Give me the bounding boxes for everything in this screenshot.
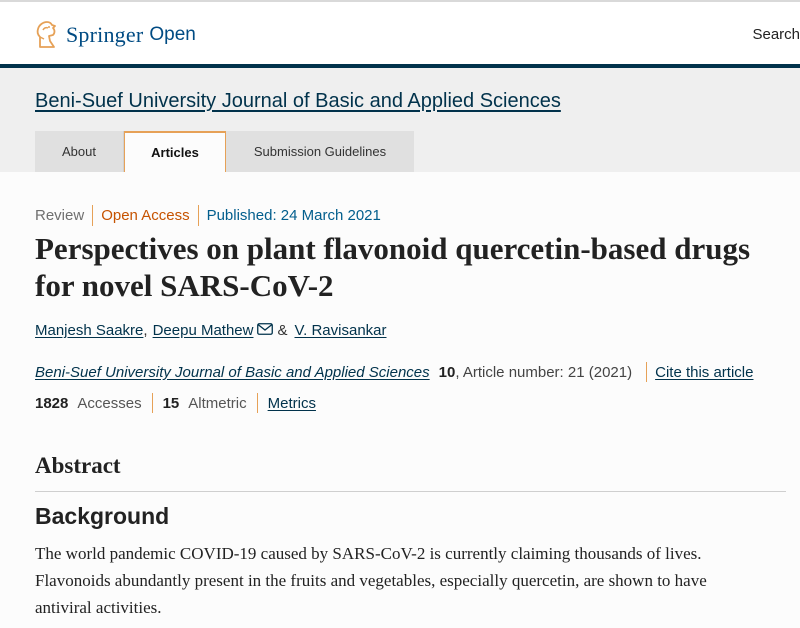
springer-horse-icon	[36, 21, 56, 48]
altmetric-score: 15	[162, 394, 180, 412]
author-link[interactable]: Deepu Mathew	[153, 322, 254, 339]
brand-name: Springer	[66, 22, 144, 47]
background-heading: Background	[35, 503, 170, 529]
accesses-label: Accesses	[77, 394, 142, 412]
journal-tabs: About Articles Submission Guidelines	[35, 131, 414, 172]
journal-reference-link[interactable]: Beni-Suef University Journal of Basic an…	[35, 364, 430, 381]
brand-suffix: Open	[149, 24, 196, 45]
meta-divider	[92, 205, 94, 226]
tab-submission-guidelines[interactable]: Submission Guidelines	[226, 131, 414, 172]
author-link[interactable]: Manjesh Saakre	[35, 322, 143, 339]
open-access-badge: Open Access	[101, 207, 190, 224]
article-type: Review	[35, 207, 85, 224]
altmetric-label: Altmetric	[188, 394, 247, 412]
meta-divider	[197, 205, 199, 226]
journal-title-link[interactable]: Beni-Suef University Journal of Basic an…	[35, 90, 561, 113]
article-number: , Article number: 21 (2021)	[455, 363, 633, 381]
metrics-divider	[256, 393, 258, 413]
metrics-link[interactable]: Metrics	[268, 395, 316, 412]
top-navigation-bar: Springer Open Search	[0, 0, 800, 64]
article-meta: Review Open Access Published: 24 March 2…	[35, 205, 381, 226]
search-link[interactable]: Search	[752, 26, 800, 43]
accesses-count: 1828	[35, 394, 69, 412]
volume-number: 10	[438, 363, 456, 381]
journal-header: Beni-Suef University Journal of Basic an…	[0, 68, 800, 172]
tab-about[interactable]: About	[35, 131, 124, 172]
published-date: Published: 24 March 2021	[206, 207, 381, 224]
springer-open-logo[interactable]: Springer Open	[34, 18, 196, 52]
author-link[interactable]: V. Ravisankar	[295, 322, 387, 339]
citation-divider	[646, 362, 648, 382]
article-metrics: 1828 Accesses 15 Altmetric Metrics	[35, 393, 316, 413]
author-separator: ,	[143, 322, 148, 339]
tab-articles[interactable]: Articles	[124, 131, 226, 172]
citation-line: Beni-Suef University Journal of Basic an…	[35, 362, 753, 382]
author-and: &	[277, 322, 288, 339]
metrics-divider	[151, 393, 153, 413]
abstract-divider	[35, 491, 786, 492]
abstract-heading: Abstract	[35, 453, 121, 478]
abstract-background-text: The world pandemic COVID-19 caused by SA…	[35, 544, 707, 617]
article-title: Perspectives on plant flavonoid querceti…	[35, 231, 751, 303]
author-list: Manjesh Saakre , Deepu Mathew & V. Ravis…	[35, 322, 387, 339]
cite-this-article-link[interactable]: Cite this article	[655, 364, 753, 381]
mail-icon[interactable]	[257, 322, 274, 335]
